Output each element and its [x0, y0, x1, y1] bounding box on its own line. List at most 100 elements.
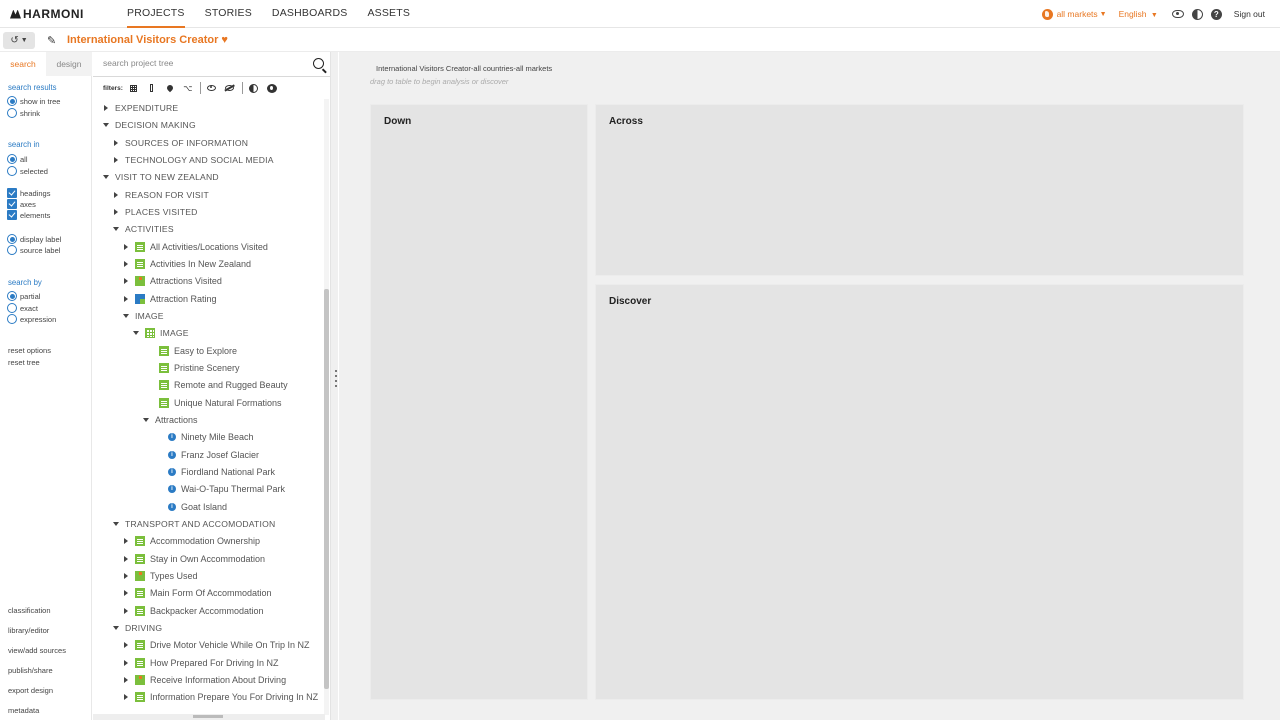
tree-node[interactable]: Pristine Scenery — [159, 359, 240, 376]
collapse-icon[interactable] — [111, 519, 121, 529]
tree-node[interactable]: Main Form Of Accommodation — [121, 584, 272, 601]
tree-node[interactable]: How Prepared For Driving In NZ — [121, 654, 279, 671]
tab-search[interactable]: search — [0, 52, 46, 76]
project-title[interactable]: International Visitors Creator ♥ — [67, 34, 228, 46]
tree-node[interactable]: i Goat Island — [168, 498, 227, 515]
expand-icon[interactable] — [121, 588, 131, 598]
filter-hide-button[interactable] — [224, 82, 236, 94]
tree-node[interactable]: SOURCES OF INFORMATION — [111, 134, 248, 151]
metadata-link[interactable]: metadata — [8, 706, 39, 715]
across-drop-zone[interactable]: Across — [595, 104, 1244, 276]
tree-node[interactable]: i Ninety Mile Beach — [168, 428, 254, 445]
tree-node[interactable]: VISIT TO NEW ZEALAND — [101, 168, 219, 185]
tree-node[interactable]: IMAGE — [131, 324, 189, 341]
contrast-button[interactable] — [1191, 8, 1203, 20]
radio-source-label[interactable]: source label — [7, 245, 60, 255]
filter-full-button[interactable] — [266, 82, 278, 94]
tree-node[interactable]: Backpacker Accommodation — [121, 602, 264, 619]
expand-icon[interactable] — [121, 640, 131, 650]
library-editor-link[interactable]: library/editor — [8, 626, 49, 635]
edit-pencil-icon[interactable]: ✎ — [47, 34, 56, 47]
radio-expression[interactable]: expression — [7, 314, 56, 324]
radio-all[interactable]: all — [7, 154, 28, 164]
expand-icon[interactable] — [121, 658, 131, 668]
filter-column-button[interactable] — [146, 82, 158, 94]
tree-node[interactable]: i Fiordland National Park — [168, 463, 275, 480]
tree-node[interactable]: Types Used — [121, 567, 198, 584]
collapse-icon[interactable] — [131, 328, 141, 338]
radio-exact[interactable]: exact — [7, 303, 38, 313]
expand-icon[interactable] — [121, 536, 131, 546]
radio-shrink[interactable]: shrink — [7, 108, 40, 118]
tree-node[interactable]: IMAGE — [121, 307, 164, 324]
down-drop-zone[interactable]: Down — [370, 104, 588, 700]
expand-icon[interactable] — [121, 242, 131, 252]
tree-scrollbar[interactable] — [324, 99, 329, 715]
view-add-sources-link[interactable]: view/add sources — [8, 646, 66, 655]
expand-icon[interactable] — [121, 692, 131, 702]
export-design-link[interactable]: export design — [8, 686, 53, 695]
tab-design[interactable]: design — [46, 52, 92, 76]
nav-assets[interactable]: ASSETS — [367, 0, 410, 28]
tree-horizontal-scrollbar[interactable] — [93, 714, 325, 720]
filter-grid-button[interactable] — [128, 82, 140, 94]
markets-dropdown[interactable]: all markets ▼ — [1041, 8, 1107, 20]
help-button[interactable]: ? — [1210, 8, 1222, 20]
scrollbar-thumb[interactable] — [193, 715, 223, 718]
expand-icon[interactable] — [121, 554, 131, 564]
tree-node[interactable]: ACTIVITIES — [111, 220, 174, 237]
discover-drop-zone[interactable]: Discover — [595, 284, 1244, 700]
reset-options-link[interactable]: reset options — [8, 346, 51, 355]
publish-share-link[interactable]: publish/share — [8, 666, 53, 675]
panel-splitter[interactable] — [330, 52, 338, 720]
expand-icon[interactable] — [101, 103, 111, 113]
sign-out-link[interactable]: Sign out — [1234, 9, 1265, 19]
expand-icon[interactable] — [111, 155, 121, 165]
filter-half-button[interactable] — [248, 82, 260, 94]
checkbox-headings[interactable]: headings — [7, 188, 50, 198]
tree-node[interactable]: EXPENDITURE — [101, 99, 178, 116]
tree-node[interactable]: Activities In New Zealand — [121, 255, 251, 272]
tree-node[interactable]: Unique Natural Formations — [159, 394, 282, 411]
radio-display-label[interactable]: display label — [7, 234, 61, 244]
tree-node[interactable]: PLACES VISITED — [111, 203, 198, 220]
checkbox-axes[interactable]: axes — [7, 199, 36, 209]
expand-icon[interactable] — [121, 276, 131, 286]
expand-icon[interactable] — [121, 259, 131, 269]
tree-node[interactable]: All Activities/Locations Visited — [121, 238, 268, 255]
classification-link[interactable]: classification — [8, 606, 51, 615]
tree-node[interactable]: i Wai-O-Tapu Thermal Park — [168, 480, 285, 497]
collapse-icon[interactable] — [121, 311, 131, 321]
view-toggle-button[interactable] — [1171, 10, 1184, 18]
tree-node[interactable]: Stay in Own Accommodation — [121, 550, 265, 567]
expand-icon[interactable] — [121, 675, 131, 685]
tree-node[interactable]: Receive Information About Driving — [121, 671, 286, 688]
expand-icon[interactable] — [111, 138, 121, 148]
tree-node[interactable]: Attractions — [141, 411, 198, 428]
tree-node[interactable]: Remote and Rugged Beauty — [159, 376, 288, 393]
radio-show-in-tree[interactable]: show in tree — [7, 96, 60, 106]
heart-icon[interactable]: ♥ — [221, 34, 228, 46]
expand-icon[interactable] — [111, 190, 121, 200]
tree-node[interactable]: DECISION MAKING — [101, 116, 196, 133]
filter-pin-button[interactable] — [164, 82, 176, 94]
tree-node[interactable]: Attraction Rating — [121, 290, 217, 307]
expand-icon[interactable] — [121, 571, 131, 581]
collapse-icon[interactable] — [111, 623, 121, 633]
collapse-icon[interactable] — [111, 224, 121, 234]
app-logo[interactable]: HARMONI — [10, 7, 84, 21]
tree-node[interactable]: Easy to Explore — [159, 342, 237, 359]
collapse-icon[interactable] — [101, 120, 111, 130]
checkbox-elements[interactable]: elements — [7, 210, 50, 220]
expand-icon[interactable] — [111, 207, 121, 217]
tree-node[interactable]: i Franz Josef Glacier — [168, 446, 259, 463]
reset-tree-link[interactable]: reset tree — [8, 358, 40, 367]
tree-node[interactable]: Attractions Visited — [121, 272, 222, 289]
drag-handle-icon[interactable] — [335, 370, 337, 400]
nav-stories[interactable]: STORIES — [205, 0, 252, 28]
scrollbar-thumb[interactable] — [324, 289, 329, 689]
tree-node[interactable]: REASON FOR VISIT — [111, 186, 209, 203]
history-button[interactable]: ↺ ▼ — [3, 32, 35, 49]
tree-node[interactable]: Accommodation Ownership — [121, 532, 260, 549]
search-icon[interactable] — [313, 58, 324, 69]
